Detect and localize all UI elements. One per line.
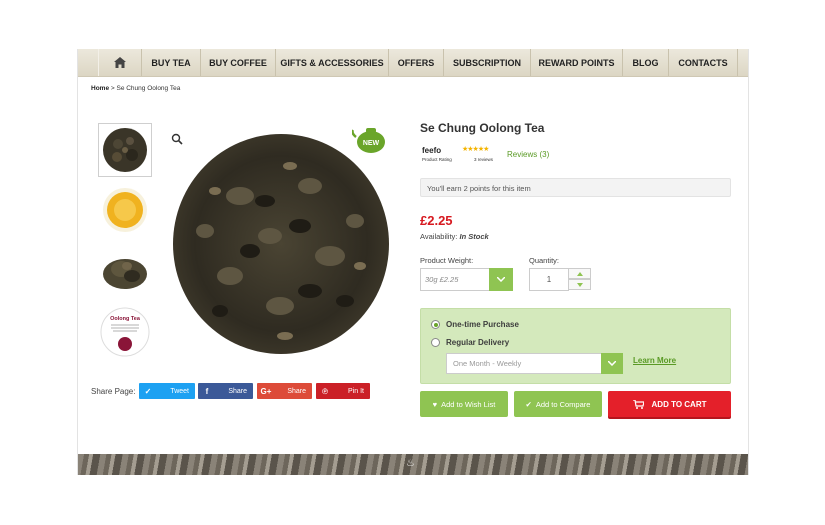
footer-banner: ♨: [78, 454, 748, 475]
share-twitter-label: Tweet: [170, 387, 189, 395]
quantity-decrement-button[interactable]: [568, 279, 591, 290]
zoom-icon[interactable]: [171, 133, 183, 145]
quantity-input[interactable]: 1: [529, 268, 569, 291]
feefo-logo: feefo: [422, 146, 442, 155]
weight-select-value: 30g £2.25: [425, 275, 459, 284]
feefo-review-count: 3 reviews: [474, 157, 494, 162]
compare-label: Add to Compare: [535, 399, 591, 409]
breadcrumb: Home > Se Chung Oolong Tea: [91, 85, 180, 92]
pinterest-icon: ℗: [322, 386, 328, 396]
heart-icon: ♥: [432, 399, 438, 409]
reward-points-note: You'll earn 2 points for this item: [420, 178, 731, 197]
new-badge-text: NEW: [363, 140, 380, 147]
nav-contacts[interactable]: CONTACTS: [669, 49, 738, 76]
share-pinterest-label: Pin It: [348, 387, 364, 395]
google-plus-icon: G+: [260, 386, 272, 396]
one-time-purchase-radio[interactable]: [431, 320, 440, 329]
add-to-compare-button[interactable]: ✔ Add to Compare: [514, 391, 602, 417]
weight-label: Product Weight:: [420, 256, 474, 265]
twitter-icon: ✓: [144, 386, 152, 396]
quantity-label: Quantity:: [529, 256, 560, 265]
home-icon: [114, 57, 126, 68]
share-label: Share Page:: [91, 387, 136, 396]
nav-offers[interactable]: OFFERS: [389, 49, 444, 76]
thumbnail-brewed-tea[interactable]: [98, 183, 152, 237]
steam-icon: ♨: [406, 458, 415, 469]
learn-more-link[interactable]: Learn More: [633, 356, 676, 365]
thumbnail-leaves[interactable]: [98, 123, 152, 177]
wishlist-label: Add to Wish List: [441, 399, 496, 409]
thumbnail-brewing-guide[interactable]: Oolong Tea: [98, 305, 152, 359]
product-price: £2.25: [420, 213, 453, 228]
share-facebook-label: Share: [228, 387, 247, 395]
chevron-down-small-icon: [576, 282, 583, 287]
nav-buy-tea[interactable]: BUY TEA: [142, 49, 201, 76]
add-to-cart-button[interactable]: ADD TO CART: [608, 391, 731, 417]
add-to-wishlist-button[interactable]: ♥ Add to Wish List: [420, 391, 508, 417]
one-time-purchase-label[interactable]: One-time Purchase: [446, 320, 519, 329]
main-nav: BUY TEA BUY COFFEE GIFTS & ACCESSORIES O…: [78, 49, 748, 77]
leaf-pile-thumb-image: [103, 259, 147, 289]
nav-gifts-accessories[interactable]: GIFTS & ACCESSORIES: [276, 49, 389, 76]
feefo-rating-widget[interactable]: feefo Product Rating ★★★★★ 3 reviews: [420, 146, 502, 164]
checkmark-icon: ✔: [525, 399, 532, 409]
availability-label: Availability:: [420, 232, 458, 241]
frequency-chevron-down-icon[interactable]: [601, 353, 623, 374]
breadcrumb-separator: >: [110, 85, 115, 92]
chevron-up-icon: [576, 271, 583, 276]
feefo-rating-label: Product Rating: [422, 157, 452, 162]
product-main-image[interactable]: [170, 126, 392, 356]
nav-home[interactable]: [98, 49, 142, 76]
cart-label: ADD TO CART: [651, 399, 707, 409]
brewing-guide-title: Oolong Tea: [110, 316, 141, 322]
tea-leaves-thumb-image: [103, 128, 147, 172]
breadcrumb-home[interactable]: Home: [91, 85, 109, 92]
thumbnail-leaf-pile[interactable]: [98, 243, 152, 297]
feefo-stars-icon: ★★★★★: [462, 146, 489, 153]
brewing-guide-thumb-image: Oolong Tea: [100, 307, 150, 357]
availability: Availability: In Stock: [420, 232, 489, 241]
brewed-tea-thumb-image: [103, 188, 147, 232]
delivery-frequency-select[interactable]: One Month - Weekly: [446, 353, 623, 374]
availability-value: In Stock: [459, 232, 489, 241]
share-google-label: Share: [287, 387, 306, 395]
nav-reward-points[interactable]: REWARD POINTS: [531, 49, 623, 76]
regular-delivery-label[interactable]: Regular Delivery: [446, 338, 509, 347]
page-frame: BUY TEA BUY COFFEE GIFTS & ACCESSORIES O…: [77, 49, 749, 475]
quantity-increment-button[interactable]: [568, 268, 591, 279]
facebook-icon: f: [205, 386, 209, 396]
regular-delivery-radio[interactable]: [431, 338, 440, 347]
nav-blog[interactable]: BLOG: [623, 49, 669, 76]
share-facebook-button[interactable]: f Share: [198, 383, 253, 399]
chevron-down-icon[interactable]: [489, 268, 513, 291]
cart-icon: [632, 399, 644, 409]
nav-buy-coffee[interactable]: BUY COFFEE: [201, 49, 276, 76]
breadcrumb-current: Se Chung Oolong Tea: [116, 85, 181, 92]
weight-select[interactable]: 30g £2.25: [420, 268, 513, 291]
nav-subscription[interactable]: SUBSCRIPTION: [444, 49, 531, 76]
share-twitter-button[interactable]: ✓ Tweet: [139, 383, 195, 399]
new-teapot-badge-icon: NEW: [352, 128, 385, 153]
share-google-button[interactable]: G+ Share: [257, 383, 312, 399]
product-title: Se Chung Oolong Tea: [420, 121, 545, 135]
share-pinterest-button[interactable]: ℗ Pin It: [316, 383, 370, 399]
delivery-frequency-value: One Month - Weekly: [453, 359, 522, 368]
delivery-options-panel: One-time Purchase Regular Delivery One M…: [420, 308, 731, 384]
reviews-link[interactable]: Reviews (3): [507, 150, 549, 159]
